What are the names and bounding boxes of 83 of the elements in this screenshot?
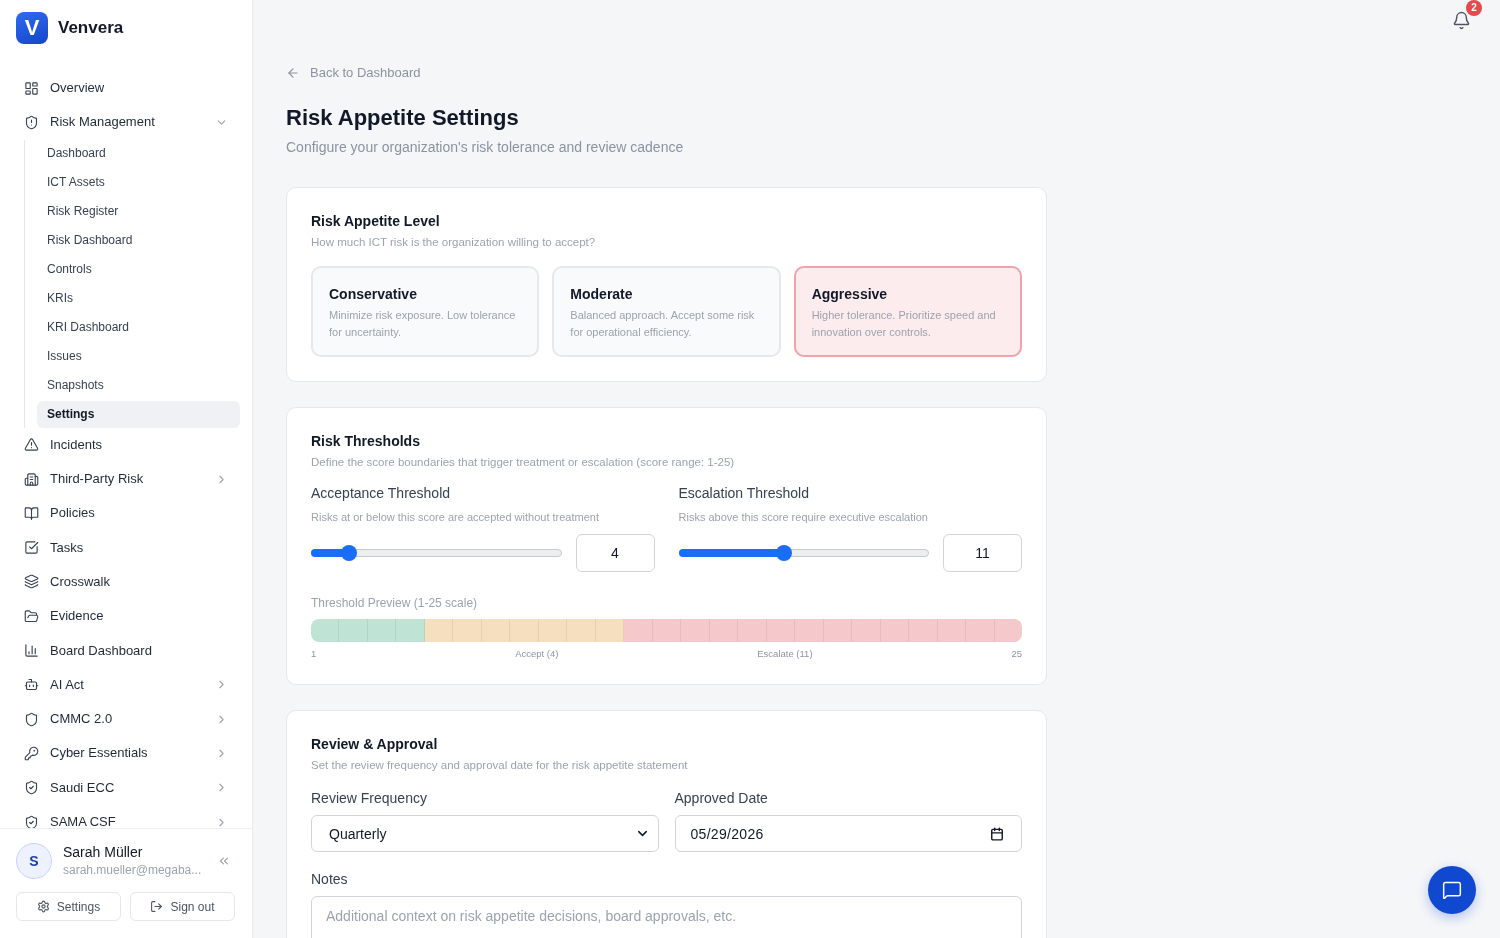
field-description: Risks above this score require executive escalation	[678, 510, 929, 525]
app-name: Venvera	[58, 17, 124, 39]
slider-thumb[interactable]	[341, 545, 358, 561]
user-name: Sarah Müller	[63, 844, 144, 861]
shield-check-icon	[24, 814, 39, 828]
user-email: sarah.mueller@megaba...	[63, 863, 203, 878]
nav-item[interactable]: Third-Party Risk	[16, 461, 240, 497]
bell-icon	[1452, 10, 1471, 30]
warning-triangle-icon	[24, 437, 39, 453]
scale-label: Accept (4)	[515, 648, 559, 660]
scale-label: 1	[311, 648, 317, 660]
card-subtitle: How much ICT risk is the organization willing to accept?	[311, 235, 597, 250]
scale-label: Escalate (11)	[757, 648, 813, 660]
card-title: Risk Appetite Level	[311, 212, 441, 231]
nav-subitem[interactable]: Settings	[37, 400, 240, 428]
field-label: Acceptance Threshold	[311, 484, 452, 503]
nav-item[interactable]: Evidence	[16, 599, 240, 634]
folder-icon	[24, 608, 39, 624]
settings-button[interactable]: Settings	[16, 892, 121, 921]
layers-icon	[24, 574, 39, 590]
scale-label: 25	[1011, 648, 1022, 660]
nav-subitem[interactable]: Risk Register	[37, 197, 240, 225]
number-input[interactable]: 4	[575, 534, 655, 572]
chat-icon	[1442, 880, 1462, 900]
chat-button[interactable]	[1428, 866, 1476, 914]
key-icon	[24, 745, 39, 761]
check-square-icon	[24, 540, 39, 556]
bar-chart-icon	[24, 643, 39, 658]
robot-icon	[24, 677, 39, 693]
appetite-option[interactable]: Moderate Balanced approach. Accept some risk for operational efficiency.	[552, 266, 781, 357]
notes-field[interactable]: Additional context on risk appetite decisions, board approvals, etc.	[311, 896, 1022, 938]
page-subtitle: Configure your organization's risk tolerance and review cadence	[286, 138, 685, 157]
nav-item[interactable]: Board Dashboard	[16, 633, 240, 668]
card-title: Risk Thresholds	[311, 432, 421, 451]
sign-out-icon	[150, 900, 164, 913]
nav-item[interactable]: Saudi ECC	[16, 770, 240, 805]
page-title: Risk Appetite Settings	[286, 104, 520, 132]
nav-item[interactable]: Crosswalk	[16, 564, 240, 600]
nav-subitem[interactable]: KRIs	[37, 284, 240, 312]
chevrons-left-icon	[217, 854, 231, 868]
settings-icon	[36, 900, 50, 913]
date-field[interactable]: 05/29/2026	[674, 815, 1022, 852]
nav-subitem[interactable]: KRI Dashboard	[37, 313, 240, 341]
nav-item[interactable]: CMMC 2.0	[16, 701, 240, 737]
nav-item[interactable]: Tasks	[16, 530, 240, 565]
app-logo: V	[16, 12, 48, 44]
nav-item[interactable]: Risk Management	[16, 105, 240, 140]
nav-item[interactable]: AI Act	[16, 667, 240, 702]
field-description: Risks at or below this score are accepted without treatment	[311, 510, 600, 525]
appetite-option[interactable]: Conservative Minimize risk exposure. Low tolerance for uncertainty.	[311, 266, 540, 357]
building-icon	[24, 471, 39, 487]
nav-subitem[interactable]: Snapshots	[37, 371, 240, 399]
shield-alert-icon	[24, 114, 39, 130]
card-subtitle: Define the score boundaries that trigger treatment or escalation (score range: 1-25)	[311, 455, 736, 470]
appetite-option[interactable]: Aggressive Higher tolerance. Prioritize speed and innovation over controls.	[793, 266, 1022, 357]
nav-subitem[interactable]: Risk Dashboard	[37, 226, 240, 254]
nav-item[interactable]: Overview	[16, 71, 240, 106]
nav-subitem[interactable]: Dashboard	[37, 139, 240, 167]
number-input[interactable]: 11	[943, 534, 1022, 572]
shield-icon	[24, 711, 39, 727]
field-label: Notes	[311, 870, 349, 889]
nav-subitem[interactable]: Issues	[37, 342, 240, 370]
shield-check-icon	[24, 780, 39, 796]
nav-item[interactable]: Cyber Essentials	[16, 736, 240, 771]
sign-out-button[interactable]: Sign out	[130, 892, 235, 921]
calendar-icon	[990, 826, 1004, 841]
card-title: Review & Approval	[311, 735, 439, 754]
nav-subitem[interactable]: ICT Assets	[37, 168, 240, 196]
frequency-select[interactable]: Quarterly	[311, 815, 659, 852]
user-avatar: S	[16, 843, 52, 879]
field-label: Escalation Threshold	[678, 484, 810, 503]
dashboard-grid-icon	[24, 80, 39, 96]
field-label: Review Frequency	[311, 789, 428, 808]
card-subtitle: Set the review frequency and approval date for the risk appetite statement	[311, 758, 689, 773]
book-icon	[24, 505, 39, 521]
nav-subitem[interactable]: Controls	[37, 255, 240, 283]
notification-badge: 2	[1466, 0, 1482, 16]
field-label: Approved Date	[674, 789, 769, 808]
preview-title: Threshold Preview (1-25 scale)	[311, 595, 479, 612]
slider-thumb[interactable]	[776, 545, 793, 561]
nav-item[interactable]: SAMA CSF	[16, 804, 240, 828]
nav-item[interactable]: Policies	[16, 496, 240, 531]
nav-item[interactable]: Incidents	[16, 427, 240, 462]
